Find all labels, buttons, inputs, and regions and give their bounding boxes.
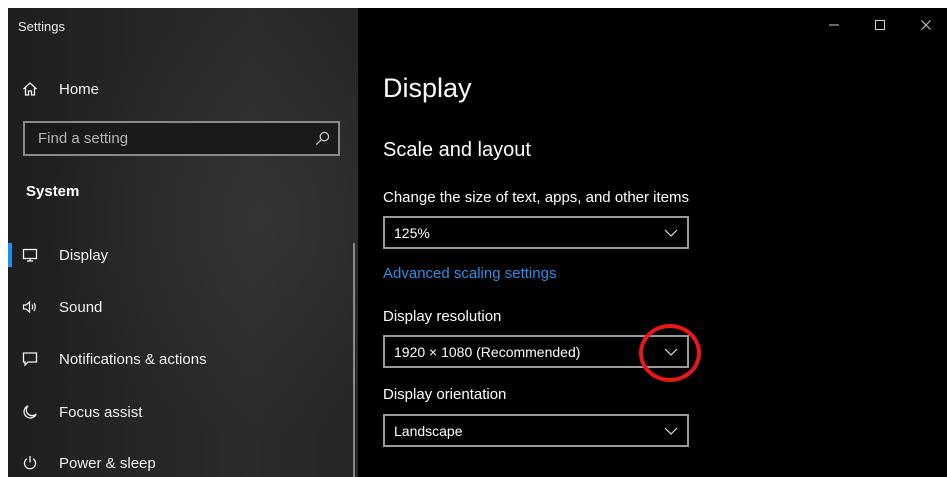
section-heading-system: System bbox=[26, 183, 80, 200]
sidebar-item-label: Notifications & actions bbox=[59, 350, 207, 368]
section-title: Scale and layout bbox=[383, 139, 531, 161]
close-button[interactable] bbox=[903, 14, 947, 36]
chevron-down-icon bbox=[664, 229, 678, 237]
sidebar-item-sound[interactable]: Sound bbox=[8, 287, 353, 327]
sidebar-item-label: Power & sleep bbox=[59, 454, 156, 472]
page-title: Display bbox=[383, 73, 472, 103]
monitor-icon bbox=[22, 247, 38, 263]
sidebar-item-power-sleep[interactable]: Power & sleep bbox=[8, 443, 353, 477]
highlight-circle bbox=[639, 324, 701, 382]
sidebar-item-label: Home bbox=[59, 80, 100, 98]
maximize-button[interactable] bbox=[857, 14, 903, 36]
settings-window: Settings Home System Display Sound bbox=[8, 8, 947, 477]
resolution-value: 1920 × 1080 (Recommended) bbox=[394, 344, 581, 360]
sidebar-item-home[interactable]: Home bbox=[8, 69, 353, 109]
maximize-icon bbox=[875, 20, 885, 30]
power-icon bbox=[22, 455, 38, 471]
advanced-scaling-link[interactable]: Advanced scaling settings bbox=[383, 265, 556, 282]
sidebar-item-notifications[interactable]: Notifications & actions bbox=[8, 339, 353, 379]
home-icon bbox=[22, 81, 38, 97]
sidebar-scrollbar[interactable] bbox=[353, 243, 355, 477]
sidebar-item-label: Focus assist bbox=[59, 403, 143, 421]
sidebar: Settings Home System Display Sound bbox=[8, 8, 358, 477]
sidebar-item-display[interactable]: Display bbox=[8, 235, 353, 275]
resolution-label: Display resolution bbox=[383, 308, 502, 325]
minimize-icon bbox=[829, 24, 839, 26]
search-box[interactable] bbox=[23, 121, 340, 156]
chevron-down-icon bbox=[664, 427, 678, 435]
scale-dropdown[interactable]: 125% bbox=[383, 216, 689, 249]
close-icon bbox=[921, 20, 931, 30]
sidebar-item-label: Sound bbox=[59, 298, 103, 316]
scale-label: Change the size of text, apps, and other… bbox=[383, 189, 690, 206]
app-title: Settings bbox=[18, 19, 65, 34]
orientation-value: Landscape bbox=[394, 423, 463, 439]
sidebar-item-focus-assist[interactable]: Focus assist bbox=[8, 392, 353, 432]
notification-icon bbox=[22, 351, 38, 367]
speaker-icon bbox=[22, 299, 38, 315]
orientation-dropdown[interactable]: Landscape bbox=[383, 414, 689, 447]
scale-value: 125% bbox=[394, 225, 430, 241]
search-input[interactable] bbox=[25, 123, 295, 154]
orientation-label: Display orientation bbox=[383, 386, 507, 403]
sidebar-item-label: Display bbox=[59, 246, 109, 264]
minimize-button[interactable] bbox=[811, 14, 857, 36]
moon-icon bbox=[22, 404, 38, 420]
search-icon[interactable] bbox=[315, 131, 330, 146]
